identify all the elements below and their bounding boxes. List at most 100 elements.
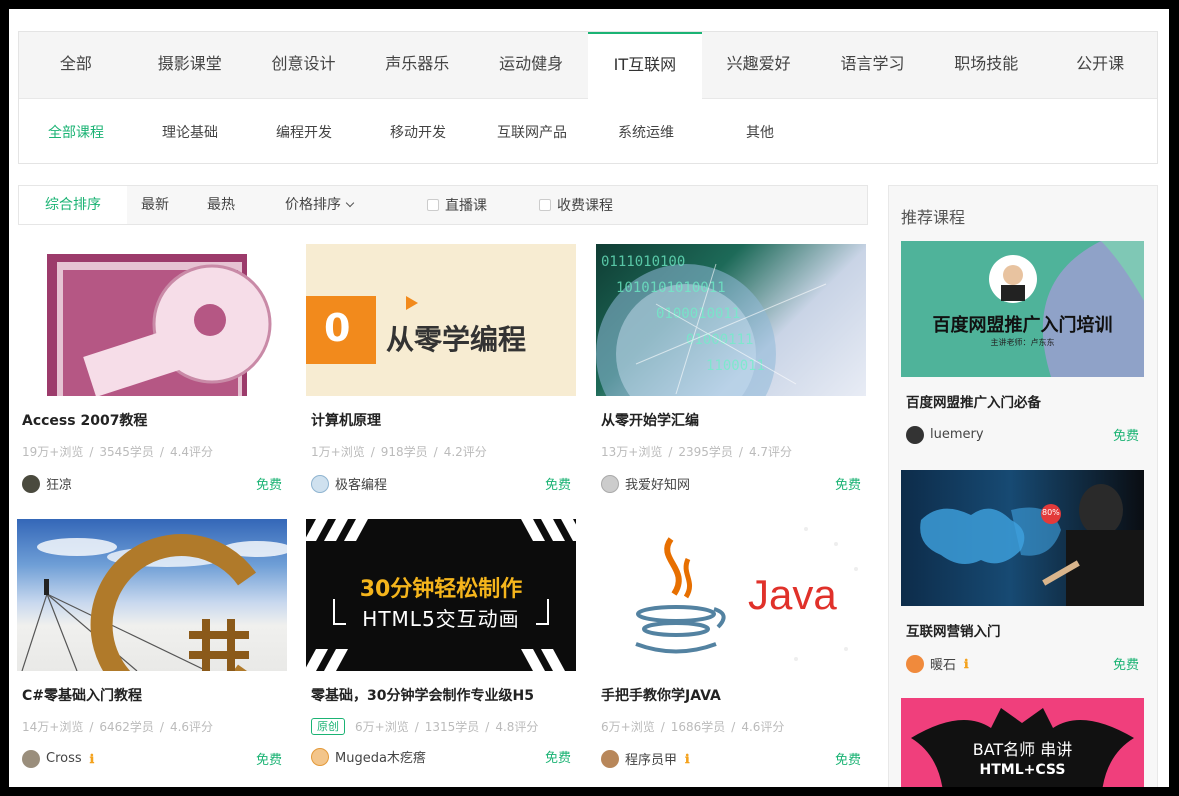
live-checkbox[interactable] — [427, 199, 439, 211]
course-students: 3545学员 — [99, 445, 154, 459]
tab-languages[interactable]: 语言学习 — [816, 32, 930, 98]
filter-paid[interactable]: 收费课程 — [513, 186, 639, 224]
price-label: 免费 — [834, 753, 861, 768]
subtab-mobile[interactable]: 移动开发 — [361, 122, 475, 142]
course-title[interactable]: 手把手教你学JAVA — [596, 685, 866, 705]
price-label: 免费 — [834, 478, 861, 493]
course-meta: 14万+浏览/ 6462学员/ 4.6评分 — [22, 719, 214, 735]
course-thumbnail[interactable] — [17, 519, 287, 671]
info-badge-icon: ℹ — [685, 751, 690, 766]
tab-design[interactable]: 创意设计 — [247, 32, 361, 98]
course-title[interactable]: 从零开始学汇编 — [596, 410, 866, 430]
course-views: 6万+浏览 — [355, 720, 409, 734]
avatar — [906, 425, 924, 444]
recommend-item[interactable]: BAT名师 串讲 HTML+CSS — [901, 698, 1144, 787]
tab-hobbies[interactable]: 兴趣爱好 — [702, 32, 816, 98]
subtab-all-courses[interactable]: 全部课程 — [19, 122, 133, 142]
access-key-image — [47, 254, 272, 396]
course-thumbnail[interactable]: 0 从零学编程 — [306, 244, 576, 396]
author-name: luemery — [930, 427, 984, 442]
svg-text:0111010100: 0111010100 — [601, 254, 685, 270]
filter-live[interactable]: 直播课 — [401, 186, 513, 224]
course-thumbnail[interactable]: Java — [596, 519, 866, 671]
course-thumbnail[interactable]: 0111010100 1010101010011 0100010011 0100… — [596, 244, 866, 396]
sort-hottest[interactable]: 最热 — [183, 186, 259, 224]
sort-price-label: 价格排序 — [285, 197, 341, 213]
course-author[interactable]: 极客编程 — [311, 474, 387, 493]
course-card[interactable]: C#零基础入门教程 14万+浏览/ 6462学员/ 4.6评分 Cross ℹ … — [17, 519, 287, 769]
recommend-author[interactable]: luemery — [906, 425, 984, 444]
sort-default[interactable]: 综合排序 — [19, 186, 127, 224]
banner-title: 百度网盟推广入门培训 — [932, 315, 1113, 336]
course-thumbnail[interactable] — [17, 244, 287, 396]
course-students: 1315学员 — [424, 720, 480, 734]
course-footer: 狂凉 免费 — [17, 474, 287, 493]
course-footer: 程序员甲 ℹ 免费 — [596, 749, 866, 768]
course-card[interactable]: 0 从零学编程 计算机原理 1万+浏览/ 918学员/ 4.2评分 极客编程 免… — [306, 244, 576, 494]
info-badge-icon: ℹ — [964, 656, 969, 671]
recommend-title[interactable]: 百度网盟推广入门必备 — [901, 391, 1144, 411]
sidebar-title: 推荐课程 — [901, 208, 966, 227]
course-students: 1686学员 — [670, 720, 726, 734]
info-badge-icon: ℹ — [89, 751, 95, 766]
subtab-internet-product[interactable]: 互联网产品 — [475, 122, 589, 142]
page-frame: 全部 摄影课堂 创意设计 声乐器乐 运动健身 IT互联网 兴趣爱好 语言学习 职… — [9, 9, 1169, 787]
course-author[interactable]: 程序员甲 ℹ — [601, 749, 690, 768]
recommend-title[interactable]: 互联网营销入门 — [901, 620, 1144, 640]
course-title[interactable]: C#零基础入门教程 — [17, 685, 287, 705]
course-author[interactable]: Cross ℹ — [22, 749, 95, 768]
course-card[interactable]: 0111010100 1010101010011 0100010011 0100… — [596, 244, 866, 494]
course-students: 6462学员 — [99, 720, 154, 734]
course-thumbnail[interactable]: 30分钟轻松制作 HTML5交互动画 — [306, 519, 576, 671]
author-name: Mugeda木疙瘩 — [335, 751, 426, 766]
paid-checkbox[interactable] — [539, 199, 551, 211]
course-card[interactable]: Access 2007教程 19万+浏览/ 3545学员/ 4.4评分 狂凉 免… — [17, 244, 287, 494]
recommend-thumbnail[interactable]: BAT名师 串讲 HTML+CSS — [901, 698, 1144, 787]
recommend-author[interactable]: 暖石 ℹ — [906, 654, 969, 673]
subtab-theory[interactable]: 理论基础 — [133, 122, 247, 142]
filter-live-label: 直播课 — [445, 198, 487, 214]
tab-open-courses[interactable]: 公开课 — [1043, 32, 1157, 98]
subtab-programming[interactable]: 编程开发 — [247, 122, 361, 142]
course-rating: 4.4评分 — [169, 445, 214, 459]
subtab-sysops[interactable]: 系统运维 — [589, 122, 703, 142]
subtab-other[interactable]: 其他 — [703, 122, 817, 142]
svg-text:1100011: 1100011 — [706, 358, 765, 374]
price-label: 免费 — [544, 478, 571, 493]
course-title[interactable]: Access 2007教程 — [17, 410, 287, 430]
avatar — [601, 474, 619, 493]
binary-globe-image: 0111010100 1010101010011 0100010011 0100… — [596, 254, 827, 396]
author-name: 极客编程 — [335, 478, 388, 493]
course-meta: 原创 6万+浏览/ 1315学员/ 4.8评分 — [306, 718, 576, 735]
course-card[interactable]: Java 手把手教你学JAVA 6万+浏览/ 1686学员/ 4.6评分 程序员… — [596, 519, 866, 769]
tab-fitness[interactable]: 运动健身 — [474, 32, 588, 98]
svg-text:1010101010011: 1010101010011 — [616, 280, 726, 296]
tab-career[interactable]: 职场技能 — [929, 32, 1043, 98]
tab-all[interactable]: 全部 — [19, 32, 133, 98]
course-students: 918学员 — [380, 445, 428, 459]
author-name: Cross — [46, 751, 82, 766]
thumb-line1: 30分钟轻松制作 — [359, 577, 523, 602]
recommend-item[interactable]: 80% 互联网营销入门 暖石 ℹ 免费 — [901, 470, 1144, 673]
recommend-item[interactable]: 百度网盟推广入门培训 主讲老师：卢东东 百度网盟推广入门必备 luemery 免… — [901, 241, 1144, 444]
tab-music[interactable]: 声乐器乐 — [360, 32, 474, 98]
tab-it-internet[interactable]: IT互联网 — [587, 32, 702, 100]
sort-newest[interactable]: 最新 — [127, 186, 183, 224]
course-views: 14万+浏览 — [22, 720, 84, 734]
course-views: 1万+浏览 — [311, 445, 365, 459]
course-title[interactable]: 计算机原理 — [306, 410, 576, 430]
sort-price[interactable]: 价格排序 — [259, 186, 379, 224]
tab-photography[interactable]: 摄影课堂 — [133, 32, 247, 98]
course-author[interactable]: Mugeda木疙瘩 — [311, 747, 426, 766]
course-card[interactable]: 30分钟轻松制作 HTML5交互动画 零基础，30分钟学会制作专业级H5 原创 … — [306, 519, 576, 769]
course-title[interactable]: 零基础，30分钟学会制作专业级H5 — [306, 685, 576, 705]
course-author[interactable]: 我爱好知网 — [601, 474, 690, 493]
course-rating: 4.8评分 — [495, 720, 539, 734]
author-name: 暖石 — [930, 658, 957, 673]
course-author[interactable]: 狂凉 — [22, 474, 72, 493]
sort-bar: 综合排序 最新 最热 价格排序 直播课 收费课程 — [18, 185, 868, 225]
recommend-thumbnail[interactable]: 80% — [901, 470, 1144, 606]
avatar — [22, 474, 40, 493]
recommend-thumbnail[interactable]: 百度网盟推广入门培训 主讲老师：卢东东 — [901, 241, 1144, 377]
course-views: 19万+浏览 — [22, 445, 84, 459]
